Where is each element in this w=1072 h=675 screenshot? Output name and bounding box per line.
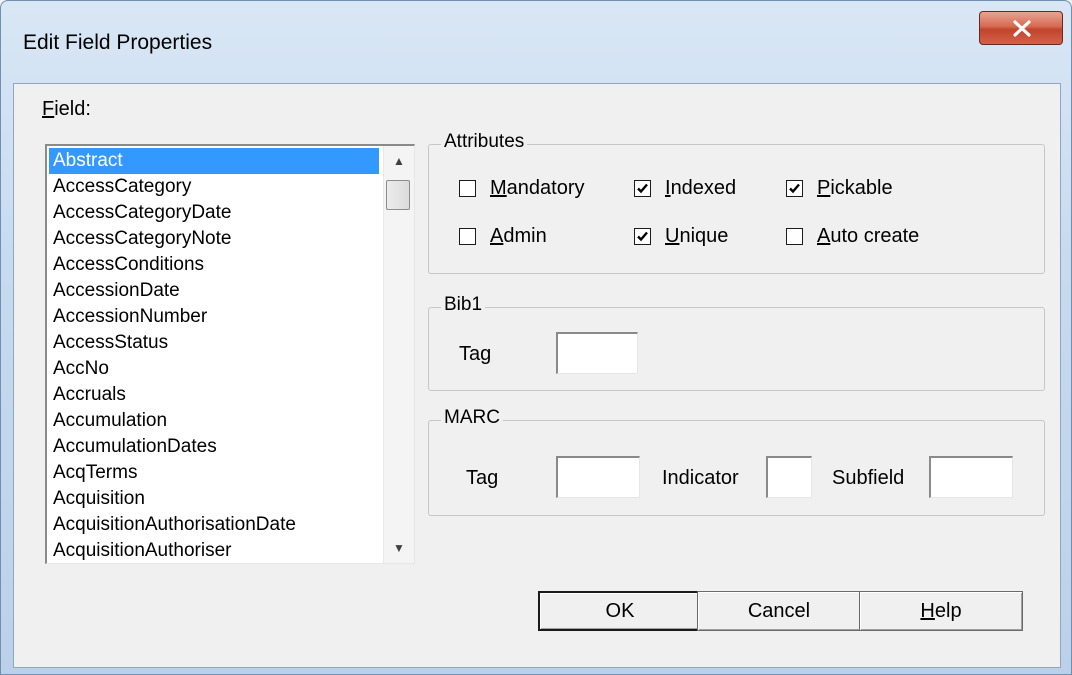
field-list-item[interactable]: AccessionNumber [49,304,379,330]
window-title: Edit Field Properties [23,31,213,54]
bib1-group-title: Bib1 [441,294,486,316]
marc-tag-label: Tag [466,467,499,489]
field-list-item[interactable]: Accumulation [49,408,379,434]
indexed-box[interactable] [634,180,651,197]
field-list-item[interactable]: AcquisitionAuthoriser [49,538,379,563]
field-list: Abstract AccessCategory AccessCategoryDate… [49,148,379,563]
field-list-item[interactable]: AccessCategory [49,174,379,200]
marc-subfield-input[interactable] [929,456,1013,498]
field-list-item[interactable]: AccumulationDates [49,434,379,460]
field-list-item[interactable]: AccNo [49,356,379,382]
admin-box[interactable] [459,228,476,245]
field-list-item[interactable]: AcqTerms [49,460,379,486]
vertical-scrollbar[interactable]: ▲ ▼ [383,146,414,563]
dialog-window: Edit Field Properties Field: Abstract Acc… [0,0,1072,675]
field-list-item[interactable]: AcquisitionAuthorisationDate [49,512,379,538]
close-icon [1013,20,1031,37]
field-list-item[interactable]: Accruals [49,382,379,408]
bib1-tag-input[interactable] [556,332,638,374]
mandatory-box[interactable] [459,180,476,197]
scroll-up-arrow-icon[interactable]: ▲ [384,146,414,176]
pickable-checkbox[interactable]: Pickable [786,177,893,200]
field-list-item[interactable]: Acquisition [49,486,379,512]
field-list-item[interactable]: AccessionDate [49,278,379,304]
field-label: Field: [42,98,91,120]
bib1-tag-label: Tag [459,343,492,365]
checkmark-icon [637,231,648,242]
unique-checkbox[interactable]: Unique [634,225,728,248]
attributes-group: Attributes Mandatory Indexed Pickable Ad… [428,131,1045,274]
unique-box[interactable] [634,228,651,245]
attributes-group-title: Attributes [441,131,528,153]
marc-group: MARC Tag Indicator Subfield [428,407,1045,516]
ok-button[interactable]: OK [538,591,702,631]
field-list-item[interactable]: AccessStatus [49,330,379,356]
dialog-body: Field: Abstract AccessCategory AccessCateg… [13,83,1061,668]
scroll-down-arrow-icon[interactable]: ▼ [384,533,414,563]
checkmark-icon [789,183,800,194]
checkmark-icon [637,183,648,194]
auto-create-box[interactable] [786,228,803,245]
field-list-item[interactable]: AccessCategoryNote [49,226,379,252]
mandatory-checkbox[interactable]: Mandatory [459,177,585,200]
admin-checkbox[interactable]: Admin [459,225,547,248]
field-list-item[interactable]: AccessCategoryDate [49,200,379,226]
marc-tag-input[interactable] [556,456,640,498]
indexed-checkbox[interactable]: Indexed [634,177,736,200]
scroll-thumb[interactable] [386,180,410,210]
pickable-box[interactable] [786,180,803,197]
close-button[interactable] [979,11,1063,45]
field-list-item[interactable]: AccessConditions [49,252,379,278]
field-list-item[interactable]: Abstract [49,148,379,174]
marc-indicator-label: Indicator [662,467,739,489]
title-bar[interactable]: Edit Field Properties [1,1,1071,83]
bib1-group: Bib1 Tag [428,294,1045,391]
field-listbox[interactable]: Abstract AccessCategory AccessCategoryDate… [45,144,415,564]
marc-group-title: MARC [441,407,503,429]
marc-subfield-label: Subfield [832,467,905,489]
auto-create-checkbox[interactable]: Auto create [786,225,919,248]
cancel-button[interactable]: Cancel [697,591,861,631]
marc-indicator-input[interactable] [766,456,812,498]
help-button[interactable]: Help [859,591,1023,631]
